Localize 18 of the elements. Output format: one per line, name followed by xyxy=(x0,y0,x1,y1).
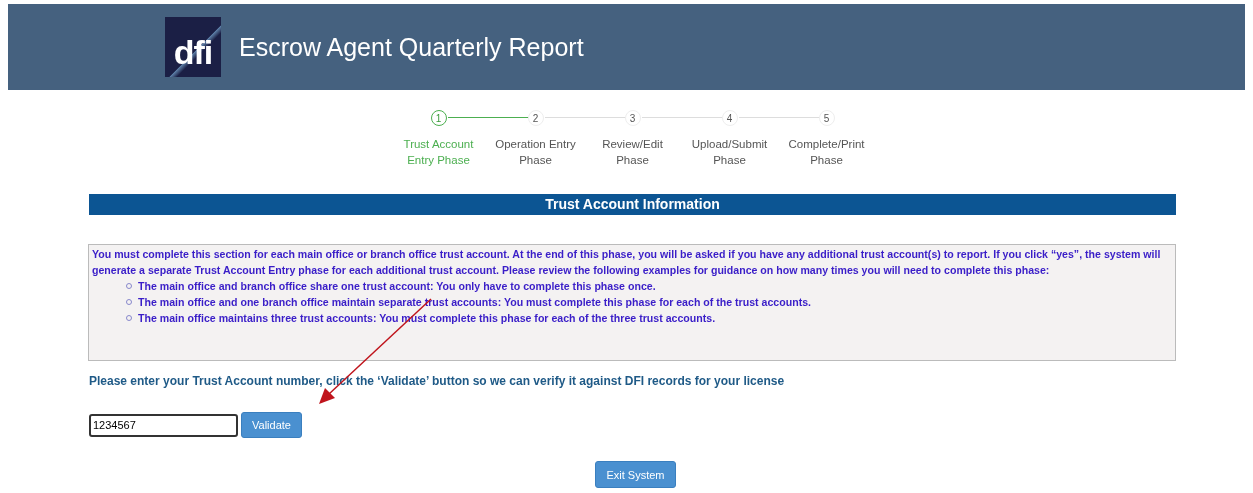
exit-button[interactable]: Exit System xyxy=(595,461,676,488)
account-number-field[interactable]: 1234567 xyxy=(89,413,238,437)
step-number: 1 xyxy=(430,110,447,126)
validate-button[interactable]: Validate xyxy=(241,412,302,438)
step-label: Complete/Print Phase xyxy=(788,137,865,168)
step-label: Review/Edit Phase xyxy=(602,137,663,168)
step-number: 2 xyxy=(527,110,544,126)
step-label: Trust Account Entry Phase xyxy=(403,137,474,168)
step-label: Upload/Submit Phase xyxy=(691,137,768,168)
app-title: Escrow Agent Quarterly Report xyxy=(239,32,584,62)
info-paragraph: You must complete this section for each main office or branch office trust account. At the end of this phase, you will be asked if you have any additional trust account(s) to report. If you click “yes”, the system will generate a separate Trust Account Entry phase for each additional trust account. Please review the following examples for guidance on how many times you will need to complete this phase: xyxy=(92,247,1162,278)
step-number: 5 xyxy=(818,110,835,126)
step-number: 3 xyxy=(624,110,641,126)
step-number: 4 xyxy=(721,110,738,126)
bullet-text: The main office and branch office share one trust account: You only have to complete this phase once. xyxy=(138,279,656,294)
logo: dfi xyxy=(165,17,221,77)
section-title: Trust Account Information xyxy=(89,194,1176,215)
step-label: Operation Entry Phase xyxy=(495,137,576,168)
